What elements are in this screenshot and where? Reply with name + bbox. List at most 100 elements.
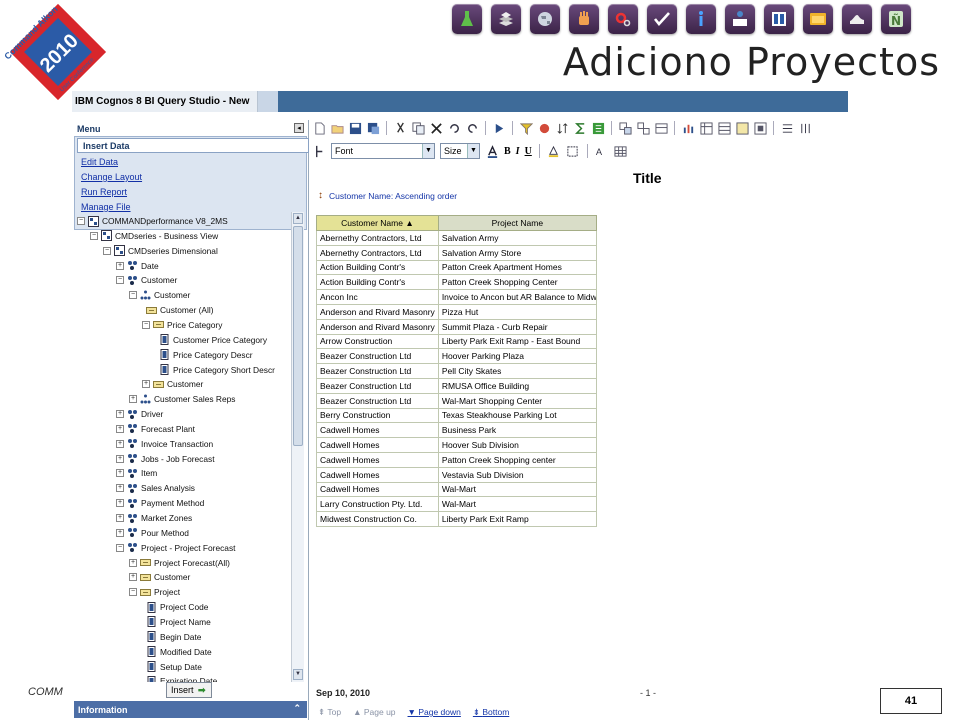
cut-icon[interactable]	[393, 121, 407, 135]
cell-customer-name[interactable]: Action Building Contr's	[316, 274, 439, 291]
report-title[interactable]: Title	[633, 170, 662, 186]
scroll-down-icon[interactable]: ▼	[293, 669, 303, 680]
cell-customer-name[interactable]: Midwest Construction Co.	[316, 511, 439, 527]
panels-icon[interactable]	[764, 4, 794, 34]
background-color-icon[interactable]	[547, 144, 561, 158]
expand-icon[interactable]: +	[116, 528, 124, 537]
ungroup-icon[interactable]	[636, 121, 650, 135]
font-select[interactable]: Font ▼	[331, 143, 435, 159]
tree-item[interactable]: + Market Zones	[116, 511, 192, 525]
cell-project-name[interactable]: Invoice to Ancon but AR Balance to Midwe	[437, 289, 597, 305]
expand-icon[interactable]: +	[116, 454, 124, 463]
tree-item[interactable]: + Driver	[116, 407, 163, 421]
cell-customer-name[interactable]: Berry Construction	[316, 407, 439, 424]
tree-item[interactable]: + Payment Method	[116, 496, 204, 510]
cell-project-name[interactable]: Patton Creek Shopping Center	[437, 274, 597, 291]
window-icon[interactable]	[803, 4, 833, 34]
size-select[interactable]: Size ▼	[440, 143, 480, 159]
cell-customer-name[interactable]: Abernethy Contractors, Ltd	[316, 244, 439, 261]
collapse-node-icon[interactable]: −	[129, 291, 137, 300]
run-icon[interactable]	[492, 121, 506, 135]
cell-customer-name[interactable]: Anderson and Rivard Masonry	[316, 318, 439, 335]
swap-columns-icon[interactable]	[798, 121, 812, 135]
tree-item[interactable]: − COMMANDperformance V8_2MS	[77, 214, 228, 228]
expand-icon[interactable]: +	[116, 499, 124, 508]
tree-item[interactable]: − Project - Project Forecast	[116, 541, 235, 555]
collapse-node-icon[interactable]: −	[129, 588, 137, 597]
tree-item[interactable]: Customer Price Category	[155, 333, 267, 347]
cell-project-name[interactable]: Liberty Park Exit Ramp	[437, 511, 597, 527]
cell-customer-name[interactable]: Cadwell Homes	[316, 422, 439, 439]
tree-item[interactable]: + Project Forecast(All)	[129, 556, 230, 570]
expand-icon[interactable]: +	[116, 261, 124, 270]
calculate-icon[interactable]	[591, 121, 605, 135]
tree-item[interactable]: − Customer	[116, 273, 177, 287]
collapse-node-icon[interactable]: −	[90, 231, 98, 240]
cell-customer-name[interactable]: Beazer Construction Ltd	[316, 363, 439, 379]
menu-item-edit-data[interactable]: Edit Data	[81, 157, 118, 167]
tree-item[interactable]: Project Code	[142, 600, 208, 614]
expand-icon[interactable]: +	[129, 558, 137, 567]
tree-item[interactable]: − Project	[129, 585, 180, 599]
tree-item[interactable]: Project Name	[142, 615, 211, 629]
expand-icon[interactable]: +	[142, 380, 150, 389]
gear-icon[interactable]	[608, 4, 638, 34]
scrollbar-thumb[interactable]	[293, 226, 303, 446]
tree-item[interactable]: + Customer	[142, 377, 203, 391]
bold-icon[interactable]: B	[504, 146, 511, 157]
expand-icon[interactable]: +	[129, 395, 137, 404]
expand-icon[interactable]: +	[116, 484, 124, 493]
tree-item[interactable]: + Item	[116, 466, 157, 480]
tree-item[interactable]: Expiration Date	[142, 674, 217, 682]
list-icon[interactable]	[717, 121, 731, 135]
cell-project-name[interactable]: Business Park	[437, 422, 597, 439]
tree-item[interactable]: Price Category Short Descr	[155, 363, 275, 377]
cell-project-name[interactable]: Pell City Skates	[437, 363, 597, 379]
layers-icon[interactable]	[491, 4, 521, 34]
tree-item[interactable]: + Jobs - Job Forecast	[116, 452, 215, 466]
cell-customer-name[interactable]: Beazer Construction Ltd	[316, 377, 439, 394]
underline-icon[interactable]: U	[525, 146, 532, 157]
collapse-node-icon[interactable]: −	[116, 543, 124, 552]
italic-icon[interactable]: I	[516, 146, 520, 157]
tree-item[interactable]: Customer (All)	[142, 303, 214, 317]
n-tilde-icon[interactable]: Ñ	[881, 4, 911, 34]
collapse-icon[interactable]	[753, 121, 767, 135]
cell-project-name[interactable]: Liberty Park Exit Ramp - East Bound	[437, 333, 597, 350]
tree-item[interactable]: + Invoice Transaction	[116, 437, 213, 451]
cell-customer-name[interactable]: Cadwell Homes	[316, 481, 439, 498]
nav-page-down[interactable]: ▼ Page down	[408, 707, 461, 718]
shoe-icon[interactable]	[842, 4, 872, 34]
cell-customer-name[interactable]: Beazer Construction Ltd	[316, 392, 439, 409]
tree-item[interactable]: + Customer Sales Reps	[129, 392, 235, 406]
cell-customer-name[interactable]: Arrow Construction	[316, 333, 439, 350]
tree-item[interactable]: − CMDseries Dimensional	[103, 244, 218, 258]
crosstab-icon[interactable]	[699, 121, 713, 135]
column-header-project-name[interactable]: Project Name	[437, 215, 597, 231]
cell-customer-name[interactable]: Larry Construction Pty. Ltd.	[316, 496, 439, 513]
collapse-node-icon[interactable]: −	[103, 246, 111, 255]
section-icon[interactable]	[654, 121, 668, 135]
expand-icon[interactable]: +	[116, 514, 124, 522]
cell-customer-name[interactable]: Beazer Construction Ltd	[316, 348, 439, 365]
tree-item[interactable]: + Customer	[129, 570, 190, 584]
cell-customer-name[interactable]: Anderson and Rivard Masonry	[316, 303, 439, 320]
cell-project-name[interactable]: Salvation Army Store	[437, 244, 597, 261]
group-icon[interactable]	[618, 121, 632, 135]
cell-customer-name[interactable]: Cadwell Homes	[316, 451, 439, 468]
cell-project-name[interactable]: Pizza Hut	[437, 303, 597, 320]
nav-top[interactable]: ⇞ Top	[318, 707, 341, 718]
cell-project-name[interactable]: Summit Plaza - Curb Repair	[437, 318, 597, 335]
cell-project-name[interactable]: Vestavia Sub Division	[437, 466, 597, 483]
sort-label[interactable]: Customer Name: Ascending order	[329, 191, 457, 201]
info-icon[interactable]	[686, 4, 716, 34]
insert-button[interactable]: Insert ➡	[166, 682, 212, 698]
drill-icon[interactable]	[537, 121, 551, 135]
chevron-down-icon[interactable]: ▼	[422, 144, 434, 158]
tree-item[interactable]: Price Category Descr	[155, 348, 253, 362]
cell-project-name[interactable]: Wal-Mart	[437, 496, 597, 513]
cell-customer-name[interactable]: Abernethy Contractors, Ltd	[316, 230, 439, 246]
delete-icon[interactable]	[429, 121, 443, 135]
expand-icon[interactable]: +	[129, 573, 137, 582]
tree-item[interactable]: + Forecast Plant	[116, 422, 195, 436]
